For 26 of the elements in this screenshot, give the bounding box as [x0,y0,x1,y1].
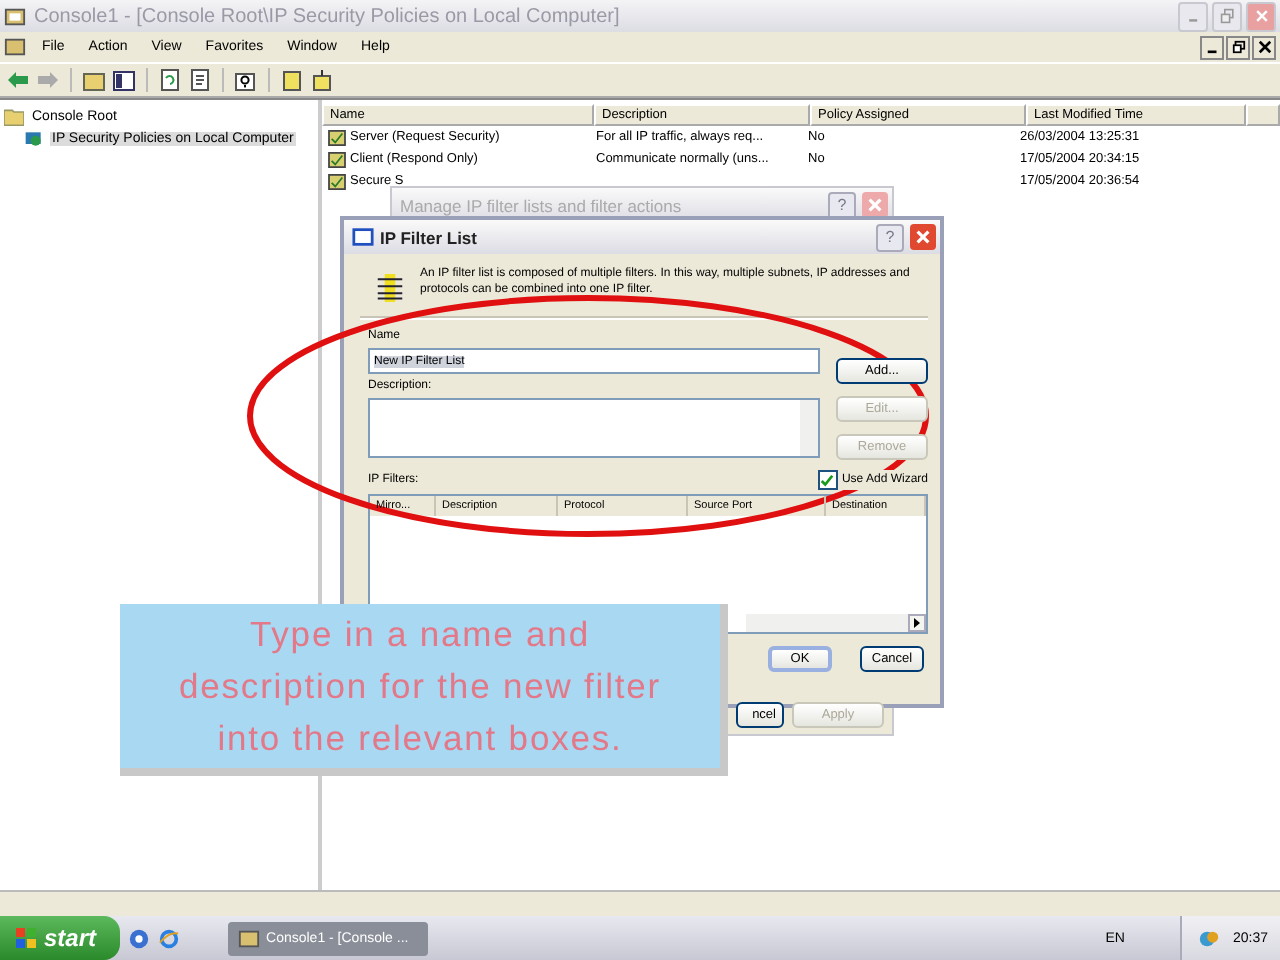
window-title: Console1 - [Console Root\IP Security Policies on Local Computer] [34,5,620,27]
scrollbar[interactable] [746,614,926,632]
dialog-title: Manage IP filter lists and filter actions [400,195,682,215]
back-arrow-icon[interactable] [6,68,30,92]
minimize-button[interactable] [1200,35,1224,59]
restore-button[interactable] [1226,35,1250,59]
checkmark-icon [820,473,835,487]
export-list-icon[interactable] [188,68,212,92]
help-button[interactable]: ? [876,223,904,251]
close-icon [1257,40,1271,54]
console-tree-icon[interactable] [112,68,136,92]
close-icon [866,196,884,214]
filter-list-icon [376,272,404,304]
dialog-title: IP Filter List [380,227,477,247]
close-icon [1253,8,1269,24]
folder-icon [4,108,24,126]
restore-icon [1231,40,1245,54]
scroll-right-icon[interactable] [908,614,926,632]
close-icon [914,228,932,246]
browser-icon[interactable] [158,927,181,949]
window-icon [352,226,374,248]
close-button[interactable] [1252,35,1276,59]
scrollbar[interactable] [800,400,818,456]
refresh-icon[interactable] [158,68,182,92]
description-field[interactable] [368,398,820,458]
windows-logo-icon [16,928,36,948]
